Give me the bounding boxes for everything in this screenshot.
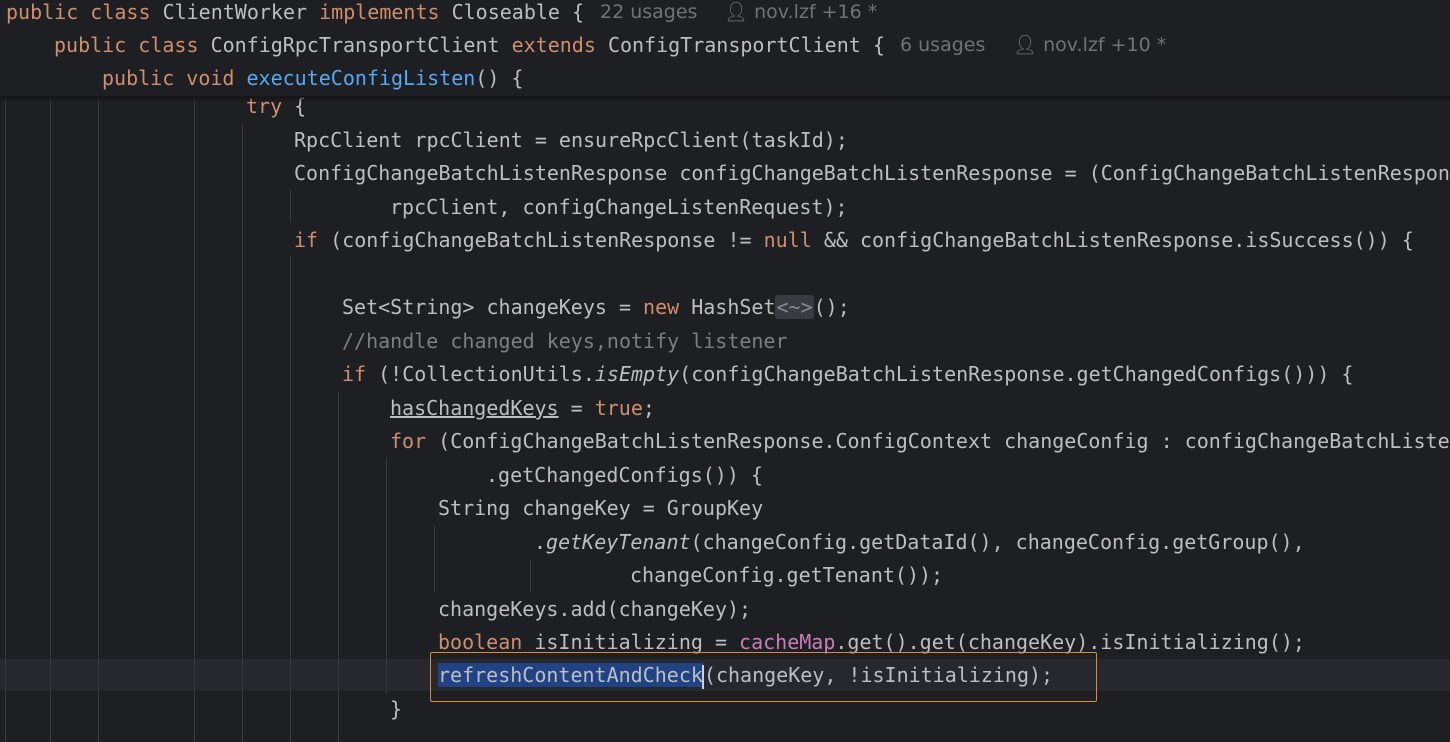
code-text: ;: [642, 396, 655, 420]
indent-guide: [242, 124, 243, 742]
keyword: implements: [319, 0, 440, 24]
code-text: .get().get(changeKey).isInitializing();: [835, 630, 1305, 654]
code-line[interactable]: .getKeyTenant(changeConfig.getDataId(), …: [0, 526, 1305, 558]
code-text: (configChangeBatchListenResponse !=: [318, 228, 764, 252]
code-line[interactable]: if (!CollectionUtils.isEmpty(configChang…: [0, 358, 1353, 390]
code-text: (ConfigChangeBatchListenResponse.ConfigC…: [426, 429, 1450, 453]
code-comment: //handle changed keys,notify listener: [342, 329, 788, 353]
code-line[interactable]: Set<String> changeKeys = new HashSet<~>(…: [0, 291, 850, 323]
code-text: .: [534, 530, 547, 554]
selected-text[interactable]: refreshContentAndCheck: [438, 663, 703, 687]
static-method: isEmpty: [594, 362, 680, 386]
brace: {: [572, 0, 585, 24]
usages-hint[interactable]: 6 usages: [900, 34, 985, 56]
indent-guide: [290, 256, 291, 742]
diamond-inlay-hint[interactable]: <~>: [775, 295, 814, 319]
keyword: for: [390, 429, 427, 453]
static-method: getKeyTenant: [546, 530, 691, 554]
keyword: if: [342, 362, 367, 386]
reassigned-variable: hasChangedKeys: [390, 396, 559, 420]
code-text: ConfigChangeBatchListenResponse configCh…: [294, 161, 1450, 185]
code-text: .getChangedConfigs()) {: [486, 463, 763, 487]
parent-class-name: ConfigTransportClient: [607, 33, 861, 57]
keyword: true: [594, 396, 643, 420]
method-params: () {: [475, 66, 524, 90]
keyword: null: [763, 228, 812, 252]
code-line[interactable]: hasChangedKeys = true;: [0, 392, 655, 424]
code-text: changeKeys.add(changeKey);: [438, 597, 752, 621]
field-reference: cacheMap: [739, 630, 836, 654]
class-name: ClientWorker: [162, 0, 308, 24]
code-text: }: [390, 697, 403, 721]
indent-guide: [434, 526, 435, 592]
indent-guide: [530, 560, 531, 592]
code-text: rpcClient, configChangeListenRequest);: [390, 195, 848, 219]
code-text: (!CollectionUtils.: [366, 362, 595, 386]
code-text: changeConfig.getTenant());: [630, 563, 944, 587]
sticky-line-inner-class[interactable]: public class ConfigRpcTransportClient ex…: [0, 29, 1450, 62]
code-text: String changeKey = GroupKey: [438, 496, 764, 520]
author-hint[interactable]: nov.lzf +16 *: [754, 1, 877, 23]
code-line[interactable]: .getChangedConfigs()) {: [0, 459, 763, 491]
sticky-line-class[interactable]: public class ClientWorker implements Clo…: [0, 0, 1450, 29]
code-text: && configChangeBatchListenResponse.isSuc…: [811, 228, 1414, 252]
code-line[interactable]: changeConfig.getTenant());: [0, 559, 943, 591]
keyword: extends: [511, 33, 596, 57]
code-line[interactable]: String changeKey = GroupKey: [0, 492, 763, 524]
code-line[interactable]: changeKeys.add(changeKey);: [0, 593, 751, 625]
code-editor[interactable]: public class ClientWorker implements Clo…: [0, 0, 1450, 742]
method-name: executeConfigListen: [246, 66, 476, 90]
keyword: public: [54, 33, 127, 57]
code-line[interactable]: //handle changed keys,notify listener: [0, 325, 788, 357]
keyword: new: [643, 295, 680, 319]
code-text: (changeConfig.getDataId(), changeConfig.…: [690, 530, 1305, 554]
indent-guide: [338, 392, 339, 742]
keyword: public: [102, 66, 175, 90]
indent-guide: [194, 96, 195, 742]
keyword: boolean: [438, 630, 523, 654]
keyword: class: [90, 0, 151, 24]
code-text: ();: [813, 295, 850, 319]
code-text: =: [558, 396, 595, 420]
keyword: class: [138, 33, 199, 57]
user-icon: 👤︎: [724, 1, 749, 23]
code-text: (configChangeBatchListenResponse.getChan…: [679, 362, 1354, 386]
class-name: ConfigRpcTransportClient: [210, 33, 500, 57]
code-text: (changeKey, !isInitializing);: [703, 663, 1054, 687]
code-text: RpcClient rpcClient = ensureRpcClient(ta…: [294, 128, 848, 152]
code-text: HashSet: [679, 295, 776, 319]
keyword: public: [6, 0, 79, 24]
sticky-lines-header: public class ClientWorker implements Clo…: [0, 0, 1450, 97]
keyword: if: [294, 228, 319, 252]
brace: {: [872, 33, 885, 57]
usages-hint[interactable]: 22 usages: [600, 1, 697, 23]
code-line[interactable]: for (ConfigChangeBatchListenResponse.Con…: [0, 425, 1450, 457]
indent-guide: [50, 96, 51, 742]
indent-guide: [290, 190, 291, 222]
code-line[interactable]: refreshContentAndCheck(changeKey, !isIni…: [0, 659, 1053, 691]
sticky-header-shadow: [0, 96, 1450, 102]
author-hint[interactable]: nov.lzf +10 *: [1043, 34, 1166, 56]
user-icon: 👤︎: [1013, 34, 1038, 56]
indent-guide: [386, 458, 387, 694]
keyword: void: [186, 66, 235, 90]
interface-name: Closeable: [451, 0, 560, 24]
sticky-line-method[interactable]: public void executeConfigListen() {: [0, 62, 1450, 95]
code-line[interactable]: if (configChangeBatchListenResponse != n…: [0, 224, 1414, 256]
code-text: Set<String> changeKeys =: [342, 295, 644, 319]
code-text: isInitializing =: [522, 630, 740, 654]
code-line[interactable]: rpcClient, configChangeListenRequest);: [0, 191, 848, 223]
code-line[interactable]: boolean isInitializing = cacheMap.get().…: [0, 626, 1305, 658]
indent-guide: [98, 96, 99, 742]
